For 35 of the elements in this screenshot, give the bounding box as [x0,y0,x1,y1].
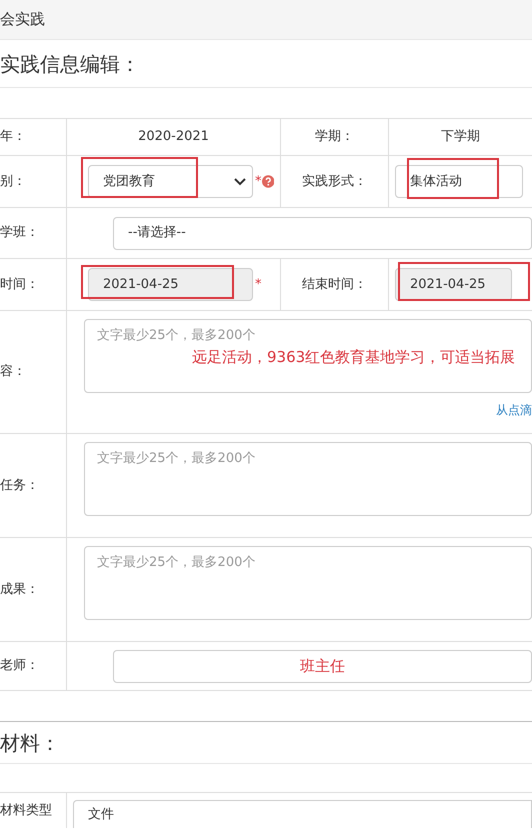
field-label: 时间： [0,276,39,294]
section-title: 材料： [0,730,60,754]
text-area[interactable]: 文字最少25个，最多200个 远足活动，9363红色教育基地学习，可适当拓展 [84,319,532,393]
field-label: 成果： [0,580,39,599]
field-label: 学期： [315,128,354,146]
section-title: 实践信息编辑： [0,52,140,76]
placeholder-text: 文字最少25个，最多200个 [97,327,256,345]
placeholder-text: 文字最少25个，最多200个 [97,450,256,468]
select-field[interactable]: 党团教育 [88,165,253,198]
required-mark: * [255,276,262,294]
date-field[interactable]: 2021-04-25 [395,268,512,301]
annotation-text: 远足活动，9363红色教育基地学习，可适当拓展 [191,346,516,368]
field-label: 结束时间： [302,276,367,294]
field-label: 材料类型 [0,802,52,820]
chevron-down-icon [234,178,246,186]
field-label: 任务： [0,476,39,495]
input-field[interactable]: 班主任 [113,650,532,682]
field-label: 别： [0,172,26,191]
field-label: 容： [0,363,26,382]
help-link[interactable]: 从点滴 [496,403,532,417]
field-label: 学班： [0,224,39,242]
date-field[interactable]: 2021-04-25 [88,268,253,301]
field-label: 年： [0,128,26,146]
field-value: 下学期 [441,128,480,146]
field-label: 老师： [0,657,39,676]
field-value: 2020-2021 [138,128,209,146]
help-icon[interactable] [262,173,274,190]
required-mark: * [255,172,262,191]
select-field[interactable]: 文件 [73,800,532,828]
breadcrumb-title: 会实践 [0,9,45,30]
select-field[interactable]: --请选择-- [113,216,532,250]
placeholder-text: 文字最少25个，最多200个 [97,554,256,572]
annotation-text: 班主任 [300,656,345,677]
field-label: 实践形式： [302,172,367,191]
input-field[interactable]: 集体活动 [395,165,523,198]
